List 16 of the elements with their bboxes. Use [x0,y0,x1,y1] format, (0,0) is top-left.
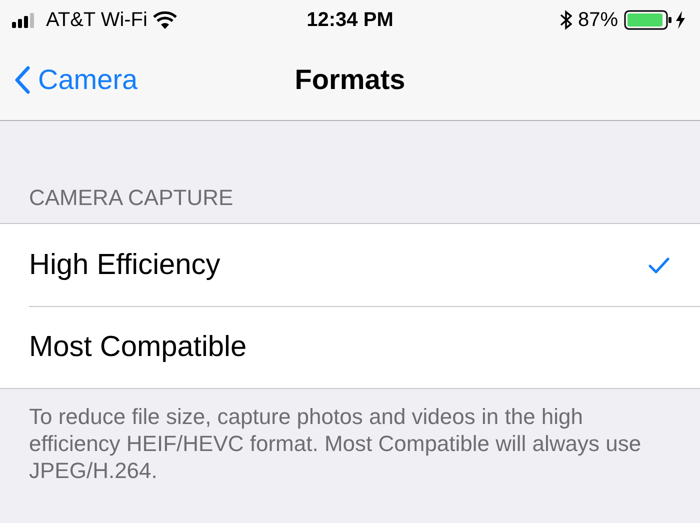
battery-charging-icon [624,10,688,30]
back-button[interactable]: Camera [0,63,144,97]
wifi-icon [153,11,178,29]
footer-description: To reduce file size, capture photos and videos in the high efficiency HEIF/HEVC format. Most Compatible will always use JPEG/H.264. [28,403,642,485]
option-row[interactable]: Most Compatible [0,306,700,388]
checkmark-icon [648,256,670,274]
option-label: High Efficiency [29,248,220,282]
clock-time: 12:34 PM [306,8,394,32]
section-header: CAMERA CAPTURE [28,184,234,212]
page-title: Formats [294,64,406,96]
bluetooth-icon [560,10,572,30]
chevron-icon [14,66,30,94]
carrier-label: AT&T Wi-Fi [46,8,148,32]
option-row[interactable]: High Efficiency [0,224,700,306]
option-label: Most Compatible [29,330,247,364]
battery-percentage: 87% [578,8,618,32]
